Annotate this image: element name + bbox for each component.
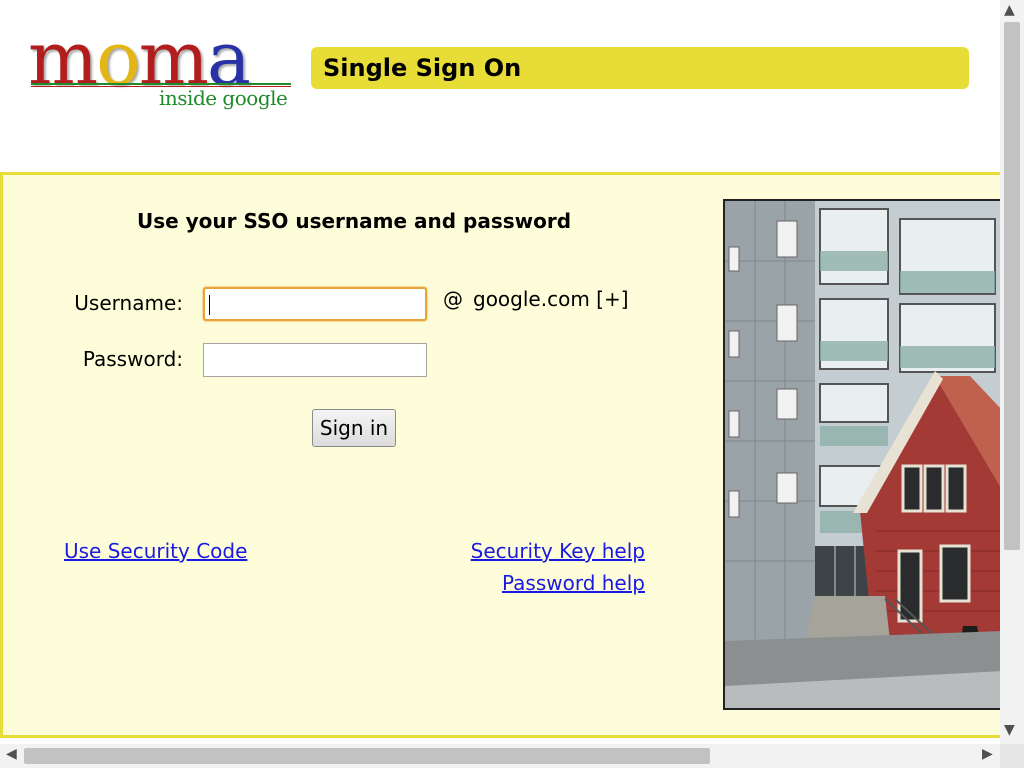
- domain-toggle-link[interactable]: google.com [+]: [473, 287, 629, 311]
- password-help-link[interactable]: Password help: [403, 571, 645, 595]
- vertical-scrollbar[interactable]: ▲ ▼: [1000, 0, 1024, 744]
- sign-in-button[interactable]: Sign in: [312, 409, 396, 447]
- horizontal-scroll-thumb[interactable]: [24, 748, 710, 764]
- vertical-scroll-thumb[interactable]: [1004, 22, 1020, 550]
- scroll-up-icon[interactable]: ▲: [1004, 2, 1015, 18]
- horizontal-scrollbar[interactable]: ◀ ▶: [0, 744, 1000, 768]
- password-input[interactable]: [203, 343, 427, 377]
- username-input[interactable]: [203, 287, 427, 321]
- moma-logo: moma inside google: [28, 22, 298, 122]
- login-panel: Use your SSO username and password Usern…: [0, 172, 1003, 738]
- domain-suffix: @ google.com [+]: [443, 287, 629, 311]
- building-illustration: [725, 201, 1003, 708]
- scroll-down-icon[interactable]: ▼: [1004, 722, 1015, 738]
- logo-letter: o: [96, 16, 141, 102]
- login-heading: Use your SSO username and password: [136, 209, 572, 233]
- logo-underline: [31, 83, 291, 85]
- logo-letter: m: [28, 16, 98, 102]
- building-photo: [723, 199, 1003, 710]
- username-label: Username:: [74, 291, 183, 315]
- at-sign: @: [443, 287, 463, 311]
- security-key-help-link[interactable]: Security Key help: [403, 539, 645, 563]
- logo-subtitle: inside google: [159, 86, 288, 110]
- scrollbar-corner: [1000, 744, 1024, 768]
- use-security-code-link[interactable]: Use Security Code: [64, 539, 247, 563]
- scroll-right-icon[interactable]: ▶: [982, 746, 993, 762]
- password-label: Password:: [82, 347, 183, 371]
- text-caret: [209, 295, 210, 315]
- scroll-left-icon[interactable]: ◀: [6, 746, 17, 762]
- title-bar: Single Sign On: [311, 47, 969, 89]
- page-title: Single Sign On: [323, 54, 522, 82]
